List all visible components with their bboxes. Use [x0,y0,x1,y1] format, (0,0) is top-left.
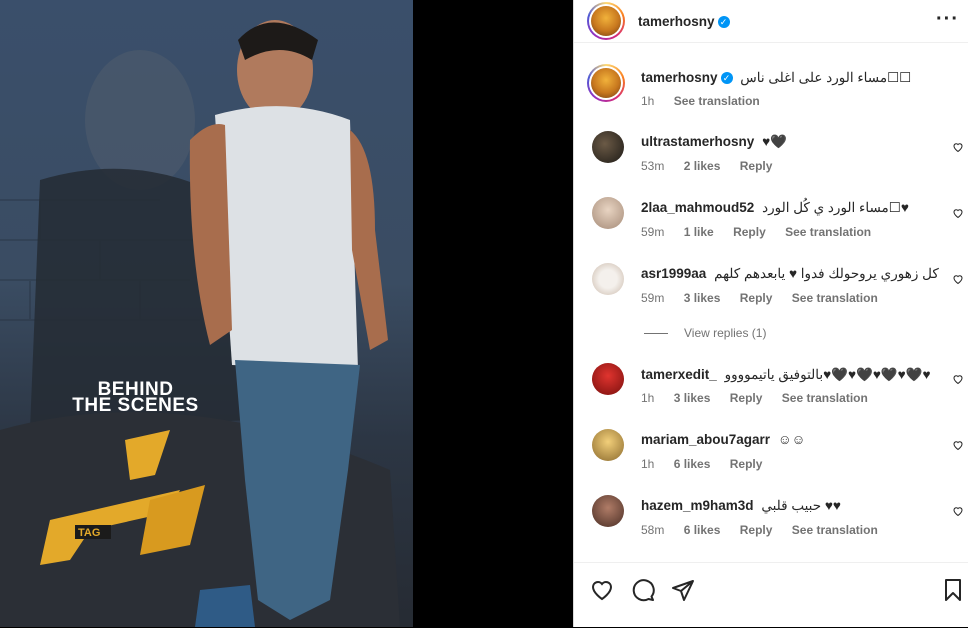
like-comment-heart-icon[interactable] [952,141,964,153]
comment-text: حبيب قلبي ♥♥ [761,498,841,513]
comment-reply[interactable]: Reply [730,457,763,471]
behind-the-scenes-title: BEHIND THE SCENES [72,379,199,416]
comment-avatar[interactable] [592,263,624,295]
comment-reply[interactable]: Reply [733,225,766,239]
comment-text: ☺☺ [777,432,806,447]
comment-meta: 59m 1 like Reply See translation [641,225,887,239]
like-comment-heart-icon[interactable] [952,439,964,451]
caption: tamerhosny ✓ مساء الورد على اغلى ناس☐☐ [641,70,911,86]
author-avatar[interactable] [587,2,625,40]
view-replies-line [644,333,668,335]
caption-avatar[interactable] [587,64,625,102]
comment: ultrastamerhosny ♥🖤 [641,134,787,150]
comment-username[interactable]: hazem_m9ham3d [641,498,754,513]
like-comment-heart-icon[interactable] [952,373,964,385]
post-header: tamerhosny ✓ ··· [574,0,968,43]
comment-reply[interactable]: Reply [740,291,773,305]
caption-text: مساء الورد على اغلى ناس [740,70,888,85]
comment-meta: 1h 6 likes Reply [641,457,778,471]
comment: asr1999aa كل زهوري يروحولك فدوا ♥ يابعده… [641,266,939,282]
verified-badge-icon: ✓ [717,15,730,28]
comment-username[interactable]: ultrastamerhosny [641,134,754,149]
comment-likes[interactable]: 1 like [684,225,714,239]
caption-emoji: ☐☐ [887,70,912,85]
comment-reply[interactable]: Reply [740,523,773,537]
comment-likes[interactable]: 6 likes [674,457,711,471]
more-options-icon[interactable]: ··· [936,9,959,29]
comment: hazem_m9ham3d حبيب قلبي ♥♥ [641,498,841,514]
svg-text:TAG: TAG [78,527,100,539]
like-heart-icon[interactable] [590,578,614,602]
comment-see-translation[interactable]: See translation [785,225,871,239]
comment-see-translation[interactable]: See translation [782,391,868,405]
comment-avatar[interactable] [592,197,624,229]
comment-time[interactable]: 1h [641,457,654,471]
comment-time[interactable]: 58m [641,523,664,537]
like-comment-heart-icon[interactable] [952,207,964,219]
post-media[interactable]: BEHIND THE SCENES TAG [0,0,413,627]
comment-text: كل زهوري يروحولك فدوا ♥ يابعدهم كلهم [714,266,939,281]
caption-username[interactable]: tamerhosny [641,70,718,85]
comment-meta: 1h 3 likes Reply See translation [641,391,884,405]
comment-username[interactable]: asr1999aa [641,266,706,281]
comment-likes[interactable]: 2 likes [684,159,721,173]
comment-meta: 59m 3 likes Reply See translation [641,291,894,305]
comment: 2laa_mahmoud52 مساء الورد ي كُل الورد☐♥ [641,200,909,216]
comment-text: مساء الورد ي كُل الورد☐♥ [762,200,909,215]
post-actions-bar [574,562,968,628]
post-side-panel: tamerhosny ✓ ··· tamerhosny ✓ مساء الورد ع… [573,0,968,627]
verified-badge-icon: ✓ [720,72,733,85]
share-paper-plane-icon[interactable] [671,578,695,602]
comment-time[interactable]: 1h [641,391,654,405]
comment-text: ♥🖤 [762,134,787,149]
comment-username[interactable]: tamerxedit_ [641,367,717,382]
comment-avatar[interactable] [592,495,624,527]
comment-time[interactable]: 59m [641,225,664,239]
comment-bubble-icon[interactable] [631,578,655,602]
comment-username[interactable]: 2laa_mahmoud52 [641,200,754,215]
like-comment-heart-icon[interactable] [952,505,964,517]
media-letterbox [413,0,573,627]
comment-meta: 58m 6 likes Reply See translation [641,523,894,537]
like-comment-heart-icon[interactable] [952,273,964,285]
caption-meta: 1h See translation [641,94,776,108]
comment-see-translation[interactable]: See translation [792,523,878,537]
comment-reply[interactable]: Reply [730,391,763,405]
tag-logo: TAG [40,430,205,565]
comment-meta: 53m 2 likes Reply [641,159,788,173]
comment-reply[interactable]: Reply [740,159,773,173]
comment-avatar[interactable] [592,363,624,395]
comment-text: بالتوفيق ياتيموووو♥🖤♥🖤♥🖤♥🖤♥ [724,367,931,382]
comment-time[interactable]: 53m [641,159,664,173]
comment-username[interactable]: mariam_abou7agarr [641,432,770,447]
caption-see-translation[interactable]: See translation [674,94,760,108]
caption-time[interactable]: 1h [641,94,654,108]
view-replies-button[interactable]: View replies (1) [644,326,766,340]
comment: mariam_abou7agarr ☺☺ [641,432,805,447]
comment-avatar[interactable] [592,131,624,163]
author-username[interactable]: tamerhosny [638,14,715,29]
comment-see-translation[interactable]: See translation [792,291,878,305]
comment-avatar[interactable] [592,429,624,461]
comment: tamerxedit_ بالتوفيق ياتيموووو♥🖤♥🖤♥🖤♥🖤♥ [641,367,931,383]
comment-likes[interactable]: 6 likes [684,523,721,537]
comment-likes[interactable]: 3 likes [674,391,711,405]
comment-likes[interactable]: 3 likes [684,291,721,305]
save-bookmark-icon[interactable] [941,578,965,602]
comment-time[interactable]: 59m [641,291,664,305]
